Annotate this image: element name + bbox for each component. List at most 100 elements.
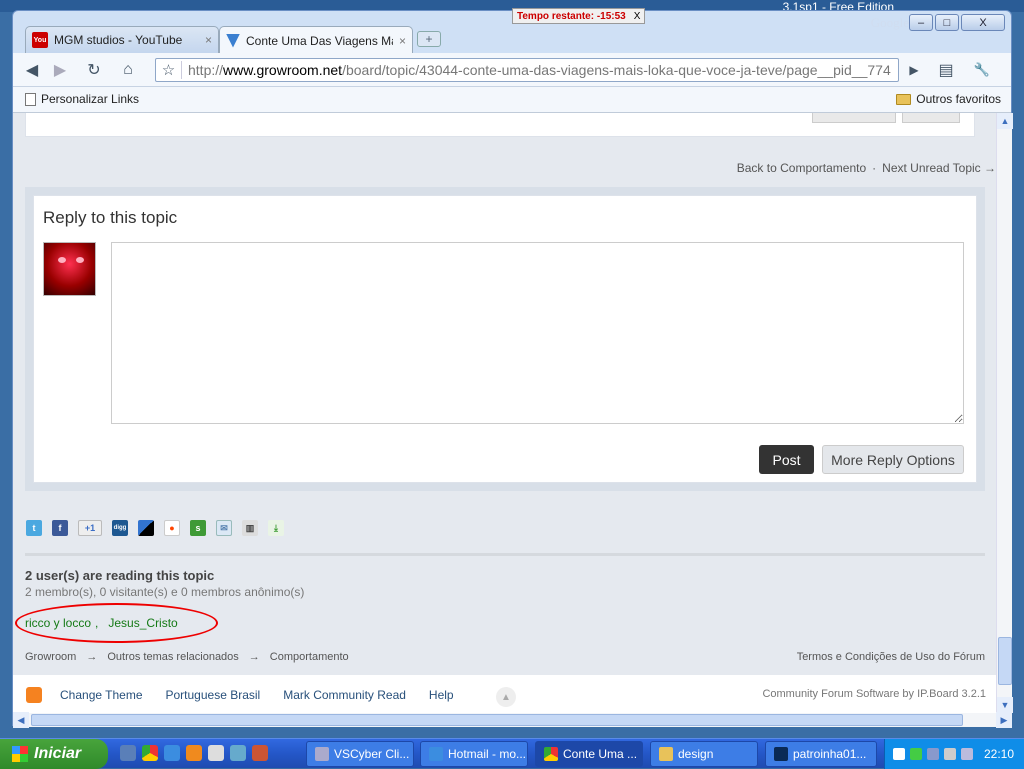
change-theme-link[interactable]: Change Theme <box>60 688 143 702</box>
scroll-thumb[interactable] <box>998 637 1012 685</box>
task-hotmail[interactable]: Hotmail - mo... <box>420 741 528 767</box>
page-menu-icon[interactable]: ▤ <box>933 58 959 82</box>
powered-by: Community Forum Software by IP.Board 3.2… <box>762 688 986 700</box>
tab-growroom[interactable]: Conte Uma Das Viagens Ma... × <box>219 26 413 54</box>
readers-subtitle: 2 membro(s), 0 visitante(s) e 0 membros … <box>25 585 305 599</box>
new-tab-button[interactable]: + <box>417 31 441 47</box>
scroll-right-icon[interactable]: ▶ <box>996 712 1012 728</box>
tray-network-icon[interactable] <box>910 748 922 760</box>
scroll-down-icon[interactable]: ▼ <box>997 697 1013 713</box>
readers-list: ricco y locco, Jesus_Cristo <box>25 616 178 630</box>
reply-editor[interactable] <box>111 242 964 424</box>
horizontal-scrollbar[interactable]: ◀ ▶ <box>13 712 1012 728</box>
tab-label: Conte Uma Das Viagens Ma... <box>246 33 393 48</box>
help-link[interactable]: Help <box>429 688 454 702</box>
chrome-icon[interactable] <box>142 745 158 761</box>
breadcrumb: Growroom → Outros temas relacionados → C… <box>25 651 349 663</box>
scroll-up-icon[interactable]: ▲ <box>997 113 1013 129</box>
breadcrumb-item[interactable]: Comportamento <box>270 651 349 663</box>
delicious-icon[interactable] <box>138 520 154 536</box>
task-vscyber[interactable]: VSCyber Cli... <box>306 741 414 767</box>
breadcrumb-item[interactable]: Outros temas relacionados <box>107 651 238 663</box>
readers-title: 2 user(s) are reading this topic <box>25 568 215 583</box>
reader-link[interactable]: Jesus_Cristo <box>108 616 177 630</box>
youtube-icon: You <box>32 32 48 48</box>
reply-title: Reply to this topic <box>43 208 178 227</box>
board-footer: Change Theme Portuguese Brasil Mark Comm… <box>13 675 996 713</box>
google-plus-icon[interactable]: +1 <box>78 520 102 536</box>
navigation-toolbar: ◀ ▶ ↻ ⌂ ☆ http://www.growroom.net/board/… <box>13 53 1011 87</box>
task-chrome[interactable]: Conte Uma ... <box>535 741 643 767</box>
vertical-scrollbar[interactable]: ▲ ▼ <box>996 113 1013 713</box>
task-design-folder[interactable]: design <box>650 741 758 767</box>
maximize-button[interactable]: □ <box>935 14 959 31</box>
page-icon <box>25 92 36 106</box>
firefox-icon[interactable] <box>186 745 202 761</box>
horizontal-scroll-thumb[interactable] <box>31 714 963 726</box>
task-photoshop[interactable]: patroinha01... <box>765 741 877 767</box>
session-timer: Tempo restante: -15:53 X <box>512 8 646 24</box>
print-icon[interactable]: ▥ <box>242 520 258 536</box>
back-icon[interactable]: ◀ <box>19 58 45 82</box>
tab-close-icon[interactable]: × <box>399 34 406 48</box>
language-link[interactable]: Portuguese Brasil <box>166 688 261 702</box>
more-reply-options-button[interactable]: More Reply Options <box>822 445 964 474</box>
reddit-icon[interactable]: ● <box>164 520 180 536</box>
close-window-button[interactable]: X <box>961 14 1005 31</box>
page-content: Back to Comportamento · Next Unread Topi… <box>13 113 996 713</box>
home-icon[interactable]: ⌂ <box>115 58 141 82</box>
timer-close-button[interactable]: X <box>634 11 641 22</box>
tray-security-icon[interactable] <box>961 748 973 760</box>
bookmark-personalizar[interactable]: Personalizar Links <box>25 92 139 106</box>
system-tray: 22:10 <box>884 739 1024 769</box>
tab-youtube[interactable]: You MGM studios - YouTube × <box>25 26 219 53</box>
growroom-favicon-icon <box>226 33 240 48</box>
post-button[interactable]: Post <box>759 445 814 474</box>
reader-link[interactable]: ricco y locco <box>25 616 91 630</box>
quick-launch <box>120 745 268 761</box>
divider <box>25 553 985 556</box>
next-unread-topic-link[interactable]: Next Unread Topic → <box>882 161 996 175</box>
folder-icon <box>896 93 912 105</box>
nav-separator: · <box>872 161 877 175</box>
email-icon[interactable]: ✉ <box>216 520 232 536</box>
back-to-forum-link[interactable]: Back to Comportamento <box>737 161 866 175</box>
address-bar[interactable]: ☆ http://www.growroom.net/board/topic/43… <box>155 58 899 82</box>
app-icon[interactable] <box>252 745 268 761</box>
previous-post-footer <box>25 113 975 137</box>
facebook-icon[interactable]: f <box>52 520 68 536</box>
url-text[interactable]: http://www.growroom.net/board/topic/4304… <box>182 62 891 78</box>
bookmark-star-icon[interactable]: ☆ <box>156 61 182 79</box>
tray-monitor-icon[interactable] <box>927 748 939 760</box>
media-player-icon[interactable] <box>208 745 224 761</box>
show-desktop-icon[interactable] <box>120 745 136 761</box>
mark-read-link[interactable]: Mark Community Read <box>283 688 406 702</box>
back-to-top-icon[interactable]: ▲ <box>496 687 516 707</box>
wrench-icon[interactable]: 🔧 <box>969 58 995 82</box>
bookmark-outros-favoritos[interactable]: Outros favoritos <box>896 92 1001 106</box>
window-controls: – □ X <box>909 14 1005 31</box>
reply-box: Reply to this topic Post More Reply Opti… <box>33 195 977 483</box>
go-icon[interactable]: ▶ <box>901 58 927 82</box>
digg-icon[interactable]: digg <box>112 520 128 536</box>
tab-close-icon[interactable]: × <box>205 33 212 47</box>
scroll-left-icon[interactable]: ◀ <box>13 712 29 728</box>
rss-icon[interactable] <box>26 687 42 703</box>
terms-link[interactable]: Termos e Condições de Uso do Fórum <box>797 651 985 663</box>
tray-volume-icon[interactable] <box>944 748 956 760</box>
start-button[interactable]: Iniciar <box>0 739 108 769</box>
stumbleupon-icon[interactable]: s <box>190 520 206 536</box>
footer-links: Change Theme Portuguese Brasil Mark Comm… <box>60 688 454 702</box>
minimize-button[interactable]: – <box>909 14 933 31</box>
multiquote-button[interactable] <box>812 113 896 123</box>
breadcrumb-item[interactable]: Growroom <box>25 651 76 663</box>
tray-chevron-icon[interactable] <box>893 748 905 760</box>
quote-button[interactable] <box>902 113 960 123</box>
share-links: t f +1 digg ● s ✉ ▥ ⤓ <box>26 520 284 536</box>
internet-explorer-icon[interactable] <box>164 745 180 761</box>
reload-icon[interactable]: ↻ <box>81 58 107 82</box>
messenger-icon[interactable] <box>230 745 246 761</box>
download-icon[interactable]: ⤓ <box>268 520 284 536</box>
twitter-icon[interactable]: t <box>26 520 42 536</box>
forward-icon[interactable]: ▶ <box>47 58 73 82</box>
